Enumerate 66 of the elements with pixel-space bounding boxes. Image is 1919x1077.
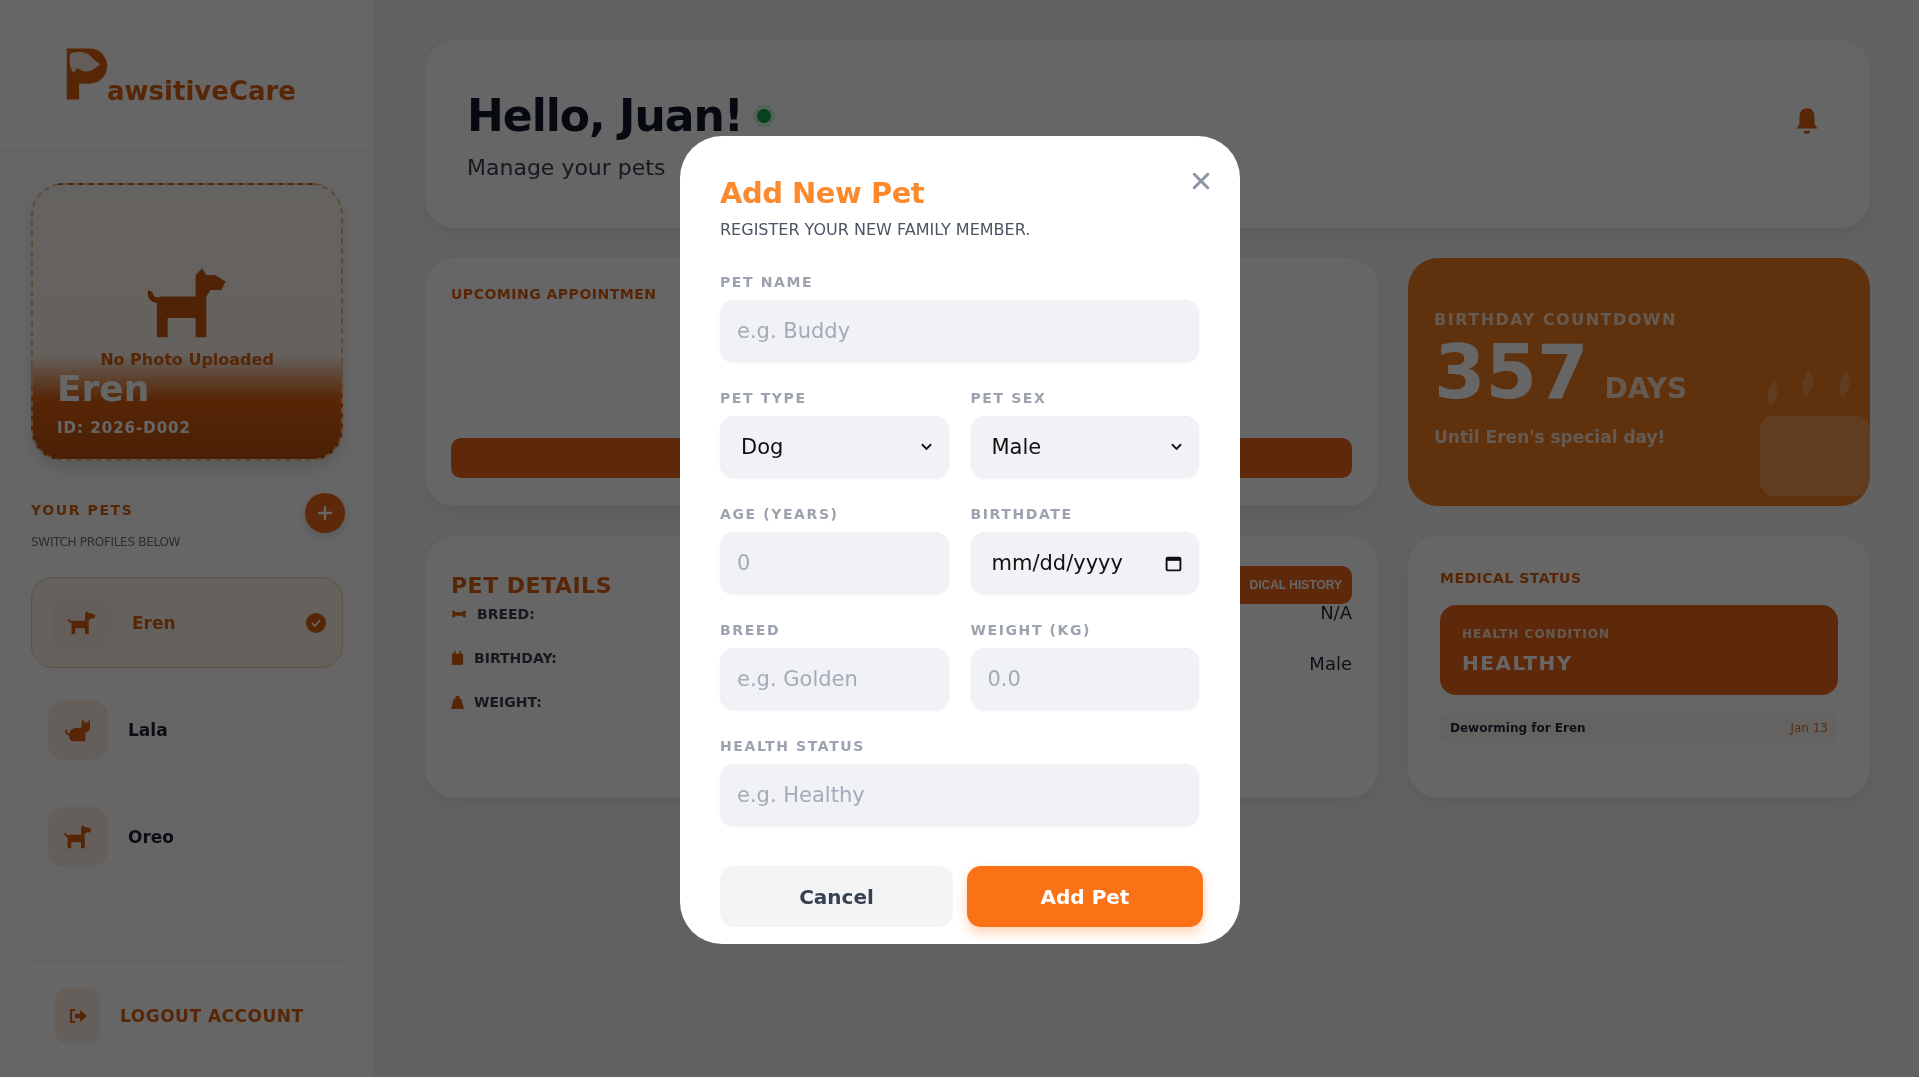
detail-value: Male — [1309, 653, 1352, 674]
section-subheading: SWITCH PROFILES BELOW — [31, 535, 181, 549]
reminder-date: Jan 13 — [1790, 721, 1828, 735]
add-pet-button[interactable]: Add Pet — [967, 866, 1203, 927]
input-field[interactable]: 0.0 — [970, 648, 1199, 710]
dog-icon — [63, 823, 93, 850]
panel-label: HEALTH CONDITION — [1462, 627, 1611, 641]
caret-icon — [1171, 443, 1182, 451]
plus-icon — [317, 505, 333, 521]
days-unit: DAYS — [1604, 372, 1688, 405]
input-field[interactable]: e.g. Buddy — [720, 300, 1199, 362]
card-title: BIRTHDAY COUNTDOWN — [1434, 310, 1678, 329]
calendar-icon — [451, 650, 464, 666]
detail-label: WEIGHT: — [474, 694, 542, 710]
select-field[interactable]: Male — [970, 416, 1199, 478]
pet-name: Lala — [128, 719, 169, 740]
field-label: PET NAME — [720, 274, 815, 290]
detail-label: BREED: — [477, 606, 535, 622]
pet-item[interactable]: Oreo — [31, 791, 343, 882]
field-label: BIRTHDATE — [970, 506, 1074, 522]
detail-value: N/A — [1319, 602, 1352, 623]
check-icon — [306, 612, 326, 633]
weight-icon — [451, 694, 464, 710]
calendar-icon — [1165, 554, 1182, 572]
close-icon[interactable] — [1192, 172, 1210, 190]
pet-name: Eren — [57, 369, 150, 409]
add-pet-button[interactable] — [305, 493, 345, 533]
greeting: Hello, Juan! — [467, 90, 743, 141]
card-title: UPCOMING APPOINTMEN — [451, 286, 658, 302]
cat-icon — [63, 716, 93, 743]
card-title: MEDICAL STATUS — [1440, 570, 1582, 586]
pet-id: ID: 2026-D002 — [57, 419, 191, 437]
pet-name: Eren — [132, 612, 177, 633]
pet-item[interactable]: Eren — [31, 577, 343, 668]
field-label: AGE (YEARS) — [720, 506, 840, 522]
dog-icon — [67, 609, 97, 636]
select-field[interactable]: Dog — [720, 416, 949, 478]
health-condition: HEALTHY — [1462, 651, 1574, 675]
field-label: PET TYPE — [720, 390, 808, 406]
dialog-title: Add New Pet — [720, 176, 926, 210]
field-label: BREED — [720, 622, 782, 638]
detail-label: BIRTHDAY: — [474, 650, 557, 666]
caret-icon — [920, 443, 932, 451]
field-label: PET SEX — [970, 390, 1048, 406]
cancel-button[interactable]: Cancel — [720, 866, 953, 927]
input-field[interactable]: e.g. Healthy — [720, 764, 1199, 826]
pet-item[interactable]: Lala — [31, 684, 343, 775]
section-heading: YOUR PETS — [31, 502, 135, 518]
pet-name: Oreo — [128, 826, 176, 847]
logout-icon — [67, 1007, 88, 1024]
bone-icon — [451, 609, 467, 619]
birthday-note: Until Eren's special day! — [1434, 427, 1667, 447]
bell-icon[interactable] — [1794, 106, 1820, 136]
reminder-text: Deworming for Eren — [1450, 721, 1586, 735]
input-field[interactable]: 0 — [720, 532, 949, 594]
input-field[interactable]: e.g. Golden — [720, 648, 949, 710]
logout-button[interactable]: LOGOUT ACCOUNT — [55, 988, 343, 1043]
dialog-subtitle: REGISTER YOUR NEW FAMILY MEMBER. — [720, 220, 1032, 239]
field-label: WEIGHT (KG) — [970, 622, 1093, 638]
logo-text: awsitiveCare — [107, 78, 296, 104]
card-title: PET DETAILS — [451, 572, 612, 598]
date-field[interactable]: mm/dd/yyyy — [970, 532, 1199, 594]
photo-note: No Photo Uploaded — [100, 350, 274, 370]
days-count: 357 — [1434, 335, 1589, 409]
field-label: HEALTH STATUS — [720, 738, 866, 754]
header-subtitle: Manage your pets — [467, 155, 667, 180]
